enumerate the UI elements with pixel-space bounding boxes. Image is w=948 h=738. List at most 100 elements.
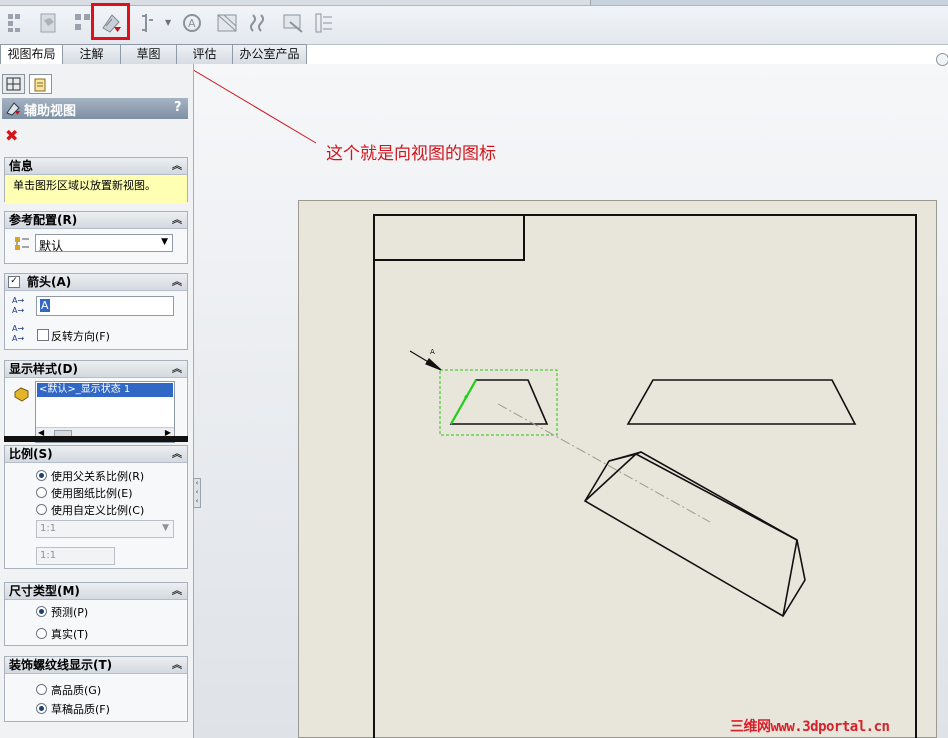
trapezoid-outline xyxy=(449,379,549,425)
thread-display-label: 装饰螺纹线显示(T) xyxy=(9,658,113,672)
dimension-type-section: 尺寸类型(M) ︽ 预测(P) 真实(T) xyxy=(4,582,188,646)
arrow-header[interactable]: ✓ 箭头(A) ︽ xyxy=(5,274,187,291)
property-manager-panel: 辅助视图 ? ✖ 信息 ︽ 单击图形区域以放置新视图。 参考配置(R) ︽ 默认 ▼… xyxy=(0,64,194,738)
reference-config-header[interactable]: 参考配置(R) ︽ xyxy=(5,212,187,229)
aux-corner xyxy=(635,451,642,455)
list-item[interactable]: <默认>_显示状态 1 xyxy=(37,383,173,397)
panel-collapse-handle[interactable]: ‹ ‹ ‹ xyxy=(193,478,201,508)
title-block xyxy=(374,215,525,261)
annotation-text: 这个就是向视图的图标 xyxy=(326,144,496,164)
collapse-chevron-icon[interactable]: ︽ xyxy=(172,275,182,291)
edge-midpoint xyxy=(464,395,468,399)
projected-view-icon[interactable] xyxy=(38,12,60,34)
info-header-label: 信息 xyxy=(9,159,34,173)
custom-scale-select-value: 1:1 xyxy=(40,523,57,534)
chevron-down-icon[interactable]: ▼ xyxy=(162,523,169,533)
info-message: 单击图形区域以放置新视图。 xyxy=(5,175,187,204)
reverse-direction-checkbox[interactable] xyxy=(37,329,49,341)
scale-header[interactable]: 比例(S) ︽ xyxy=(5,446,187,463)
scale-parent-radio[interactable] xyxy=(36,470,47,481)
property-manager-tab[interactable] xyxy=(29,74,52,94)
crop-view-icon[interactable] xyxy=(282,12,304,34)
reference-config-section: 参考配置(R) ︽ 默认 ▼ xyxy=(4,211,188,264)
collapse-chevron-icon[interactable]: ︽ xyxy=(172,362,182,378)
chevron-down-icon[interactable]: ▼ xyxy=(161,237,168,247)
collapse-chevron-icon[interactable]: ︽ xyxy=(172,658,182,674)
broken-out-section-icon[interactable] xyxy=(216,12,238,34)
property-manager-title-bar: 辅助视图 ? xyxy=(2,98,188,119)
collapse-chevron-icon[interactable]: ︽ xyxy=(172,447,182,463)
display-style-label: 显示样式(D) xyxy=(9,362,78,376)
thread-display-section: 装饰螺纹线显示(T) ︽ 高品质(G) 草稿品质(F) xyxy=(4,656,188,722)
detail-view-icon[interactable]: A xyxy=(181,12,203,34)
sheet-border xyxy=(373,214,917,738)
dropdown-arrow-icon[interactable]: ▼ xyxy=(165,18,171,27)
tab-evaluate[interactable]: 评估 xyxy=(176,44,233,64)
info-section: 信息 ︽ 单击图形区域以放置新视图。 xyxy=(4,157,188,204)
arrow-label-value: A xyxy=(40,299,50,312)
arrow-label-icon: A→A→ xyxy=(12,296,24,315)
projected-trapezoid xyxy=(626,379,857,425)
thread-display-header[interactable]: 装饰螺纹线显示(T) ︽ xyxy=(5,657,187,674)
model-view-icon[interactable] xyxy=(6,12,28,34)
display-style-header[interactable]: 显示样式(D) ︽ xyxy=(5,361,187,378)
svg-text:A→: A→ xyxy=(12,324,24,333)
svg-text:A: A xyxy=(188,17,196,30)
scale-sheet-radio[interactable] xyxy=(36,487,47,498)
aux-top-edge xyxy=(608,453,798,541)
draft-quality-radio[interactable] xyxy=(36,703,47,714)
scale-option-label: 使用自定义比例(C) xyxy=(51,504,145,517)
feature-manager-tab[interactable] xyxy=(2,74,25,94)
info-header[interactable]: 信息 ︽ xyxy=(5,158,187,175)
dimension-type-label: 尺寸类型(M) xyxy=(9,584,80,598)
selected-edge xyxy=(450,379,477,425)
arrow-label-input[interactable]: A xyxy=(36,296,174,316)
parent-view xyxy=(439,369,558,436)
configuration-icon xyxy=(15,237,29,250)
dimension-type-header[interactable]: 尺寸类型(M) ︽ xyxy=(5,583,187,600)
command-tabs: 视图布局 注解 草图 评估 办公室产品 xyxy=(0,44,310,65)
scale-custom-radio[interactable] xyxy=(36,504,47,515)
collapse-chevron-icon[interactable]: ︽ xyxy=(172,584,182,600)
scale-option-label: 使用父关系比例(R) xyxy=(51,470,145,483)
help-icon[interactable]: ? xyxy=(174,100,182,115)
alternate-position-view-icon[interactable] xyxy=(314,12,336,34)
custom-scale-input[interactable]: 1:1 xyxy=(36,547,115,565)
arrow-letter: A xyxy=(430,348,435,356)
collapse-chevron-icon[interactable]: ︽ xyxy=(172,159,182,175)
scale-header-label: 比例(S) xyxy=(9,447,53,461)
dimension-option-label: 预测(P) xyxy=(51,606,89,619)
pin-icon[interactable] xyxy=(936,53,948,66)
panel-title: 辅助视图 xyxy=(24,104,77,119)
display-style-section: 显示样式(D) ︽ <默认>_显示状态 1 ◀ ▶ xyxy=(4,360,188,443)
view-arrow: A xyxy=(409,348,442,371)
high-quality-radio[interactable] xyxy=(36,684,47,695)
aux-outline xyxy=(583,451,806,618)
tab-annotation[interactable]: 注解 xyxy=(62,44,121,64)
display-state-list[interactable]: <默认>_显示状态 1 ◀ ▶ xyxy=(35,381,175,443)
svg-text:A→: A→ xyxy=(12,306,24,315)
custom-scale-input-value: 1:1 xyxy=(40,550,57,561)
watermark: 三维网www.3dportal.cn xyxy=(730,719,890,735)
thread-option-label: 高品质(G) xyxy=(51,684,102,697)
tab-view-layout[interactable]: 视图布局 xyxy=(0,44,63,65)
title-strip xyxy=(590,0,948,5)
reference-config-select[interactable]: 默认 ▼ xyxy=(35,234,173,253)
property-icon xyxy=(34,78,46,92)
projected-radio[interactable] xyxy=(36,606,47,617)
auxiliary-view-icon[interactable] xyxy=(100,12,122,34)
cancel-icon[interactable]: ✖ xyxy=(5,126,18,145)
true-radio[interactable] xyxy=(36,628,47,639)
tab-office-products[interactable]: 办公室产品 xyxy=(232,44,307,64)
feature-tree-icon xyxy=(6,77,21,91)
custom-scale-select[interactable]: 1:1 ▼ xyxy=(36,520,174,538)
svg-text:A→: A→ xyxy=(12,334,24,343)
section-divider xyxy=(4,436,188,442)
collapse-chevron-icon[interactable]: ︽ xyxy=(172,213,182,229)
break-icon[interactable] xyxy=(249,12,271,34)
section-view-icon[interactable] xyxy=(138,12,160,34)
svg-text:A→: A→ xyxy=(12,296,24,305)
reverse-direction-icon: A→A→ xyxy=(12,324,24,343)
arrow-checkbox[interactable]: ✓ xyxy=(8,276,20,288)
tab-sketch[interactable]: 草图 xyxy=(120,44,177,64)
